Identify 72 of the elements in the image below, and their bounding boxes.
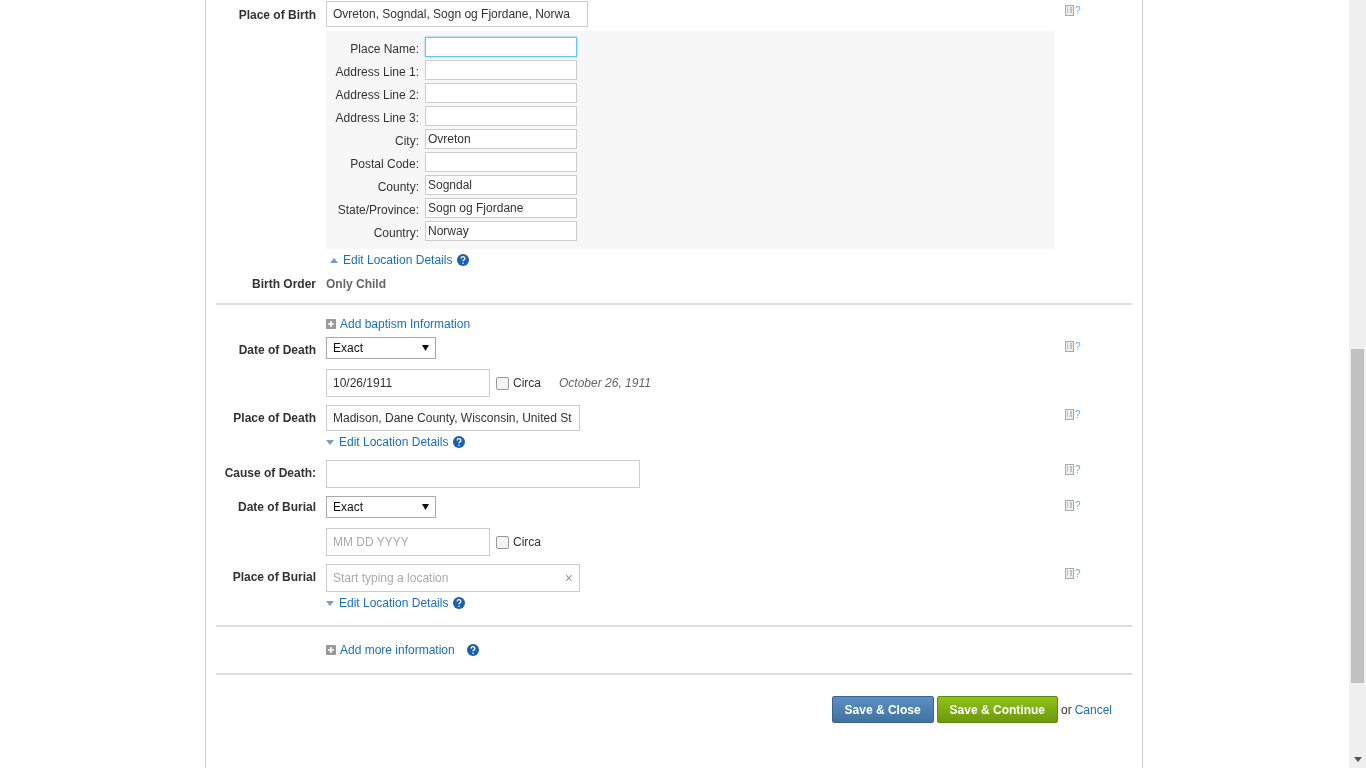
help-mark[interactable]: ? — [1075, 464, 1081, 475]
note-icon[interactable] — [1065, 464, 1074, 475]
field-label: Birth Order — [251, 277, 316, 291]
scrollbar[interactable] — [1349, 0, 1366, 768]
cause-of-death-field[interactable] — [326, 460, 640, 488]
clear-button[interactable]: × — [564, 570, 573, 586]
formatted-date: October 26, 1911 — [559, 376, 651, 390]
add-baptism-link[interactable]: Add baptism Information — [340, 317, 471, 331]
input-field[interactable]: Ovreton — [425, 129, 577, 149]
circa-label: Circa — [513, 376, 541, 390]
field-label: Place of Birth — [237, 7, 316, 22]
note-icon[interactable] — [1065, 5, 1074, 16]
input-field[interactable] — [425, 152, 577, 172]
circa-label: Circa — [513, 535, 541, 549]
field-label: Address Line 3: — [334, 110, 419, 125]
date-field[interactable]: 10/26/1911 — [326, 369, 490, 397]
field-label: Cause of Death: — [223, 465, 316, 480]
help-mark[interactable]: ? — [1075, 500, 1081, 511]
input-field[interactable]: Sogn og Fjordane — [425, 198, 577, 218]
edit-location-details-link[interactable]: Edit Location Details — [343, 253, 453, 267]
input-field[interactable] — [425, 106, 577, 126]
place-of-death-field[interactable]: Madison, Dane County, Wisconsin, United St — [326, 405, 580, 431]
circa-checkbox[interactable] — [496, 535, 509, 549]
field-label: Postal Code: — [349, 156, 419, 171]
field-label: City: — [394, 133, 419, 148]
place-of-birth-field[interactable]: Ovreton, Sogndal, Sogn og Fjordane, Norwa — [326, 1, 588, 27]
note-icon[interactable] — [1065, 500, 1074, 511]
field-label: Address Line 2: — [334, 87, 419, 102]
or-text: or — [1060, 702, 1072, 717]
help-mark[interactable]: ? — [1075, 568, 1081, 579]
field-label: Date of Death — [237, 342, 316, 357]
note-icon[interactable] — [1065, 568, 1074, 579]
help-icon[interactable] — [457, 254, 470, 266]
cancel-link[interactable]: Cancel — [1074, 702, 1112, 717]
plus-icon — [326, 319, 336, 329]
field-label: Date of Burial — [237, 499, 316, 514]
note-icon[interactable] — [1065, 409, 1074, 420]
date-field[interactable]: MM DD YYYY — [326, 528, 490, 556]
help-mark[interactable]: ? — [1075, 409, 1081, 420]
input-field[interactable] — [425, 83, 577, 103]
field-label: Country: — [372, 225, 419, 240]
field-label: Place of Death — [232, 410, 316, 425]
place-of-burial-field[interactable]: Start typing a location × — [326, 564, 580, 592]
input-field[interactable] — [425, 37, 577, 57]
birth-order-value: Only Child — [326, 277, 387, 291]
circa-checkbox[interactable] — [496, 376, 509, 390]
field-label: Place Name: — [349, 41, 419, 56]
edit-location-details-link[interactable]: Edit Location Details — [339, 435, 449, 449]
help-icon[interactable] — [466, 644, 479, 656]
help-mark[interactable]: ? — [1075, 341, 1081, 352]
field-label: State/Province: — [336, 202, 419, 217]
scroll-down-icon[interactable] — [1353, 757, 1362, 762]
field-label: County: — [376, 179, 419, 194]
date-type-select[interactable]: Exact — [326, 496, 436, 518]
dropdown-arrow-icon — [422, 345, 429, 351]
input-field[interactable]: Sogndal — [425, 175, 577, 195]
help-icon[interactable] — [453, 597, 466, 609]
input-field[interactable]: Norway — [425, 221, 577, 241]
help-icon[interactable] — [453, 436, 466, 448]
add-more-information-link[interactable]: Add more information — [340, 643, 455, 657]
help-mark[interactable]: ? — [1075, 5, 1081, 16]
plus-icon — [326, 645, 336, 655]
scrollbar-thumb[interactable] — [1351, 349, 1364, 683]
edit-location-details-link[interactable]: Edit Location Details — [339, 596, 449, 610]
save-close-button[interactable]: Save & Close — [831, 696, 934, 723]
date-type-select[interactable]: Exact — [326, 337, 436, 359]
dropdown-arrow-icon — [422, 504, 429, 510]
field-label: Address Line 1: — [334, 64, 419, 79]
save-continue-button[interactable]: Save & Continue — [936, 696, 1058, 723]
note-icon[interactable] — [1065, 341, 1074, 352]
input-field[interactable] — [425, 60, 577, 80]
field-label: Place of Burial — [231, 569, 316, 584]
